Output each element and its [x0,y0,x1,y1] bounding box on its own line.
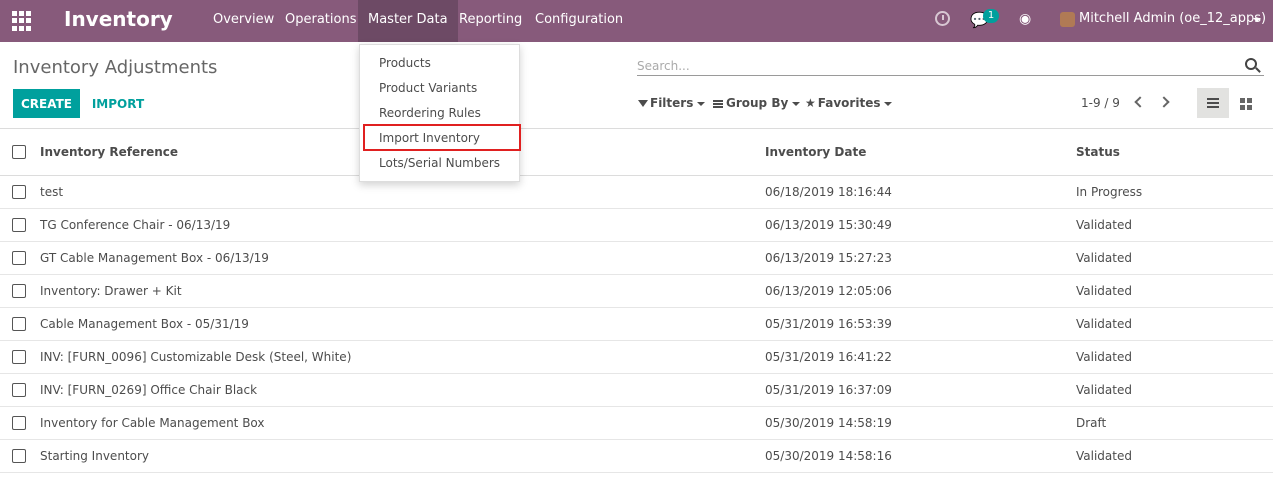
menu-item-reordering-rules[interactable]: Reordering Rules [360,101,519,126]
row-checkbox[interactable] [12,185,26,199]
row-reference: Inventory for Cable Management Box [40,416,265,430]
table-row[interactable]: INV: [FURN_0269] Office Chair Black 05/3… [0,374,1273,407]
row-reference: INV: [FURN_0269] Office Chair Black [40,383,258,397]
row-checkbox[interactable] [12,284,26,298]
row-date: 05/31/2019 16:37:09 [765,383,892,397]
group-by-button[interactable]: Group By [713,96,801,110]
table-row[interactable]: GT Cable Management Box - 06/13/19 06/13… [0,242,1273,275]
menu-item-lots-serial-numbers[interactable]: Lots/Serial Numbers [360,151,519,176]
table-row[interactable]: INV: [FURN_0096] Customizable Desk (Stee… [0,341,1273,374]
row-status: Validated [1076,284,1132,298]
row-date: 05/30/2019 14:58:19 [765,416,892,430]
chevron-down-icon[interactable] [1253,18,1261,22]
pager-value[interactable]: 1-9 / 9 [1081,96,1120,110]
menu-operations[interactable]: Operations [275,0,366,42]
group-by-label: Group By [726,96,789,110]
row-checkbox[interactable] [12,218,26,232]
app-title[interactable]: Inventory [64,7,173,31]
menu-item-products[interactable]: Products [360,51,519,76]
table-row[interactable]: Starting Inventory 05/30/2019 14:58:16 V… [0,440,1273,473]
chevron-down-icon [697,101,706,106]
row-status: In Progress [1076,185,1143,199]
table-row[interactable]: Inventory: Drawer + Kit 06/13/2019 12:05… [0,275,1273,308]
select-all-checkbox[interactable] [12,145,26,159]
menu-reporting[interactable]: Reporting [449,0,532,42]
chevron-down-icon [792,101,801,106]
row-status: Validated [1076,218,1132,232]
row-reference: TG Conference Chair - 06/13/19 [40,218,231,232]
row-checkbox[interactable] [12,317,26,331]
favorites-label: Favorites [817,96,881,110]
row-status: Validated [1076,251,1132,265]
row-checkbox[interactable] [12,416,26,430]
filters-label: Filters [650,96,694,110]
row-status: Draft [1076,416,1107,430]
star-icon: ★ [805,96,816,110]
row-date: 06/13/2019 15:30:49 [765,218,892,232]
table-row[interactable]: TG Conference Chair - 06/13/19 06/13/201… [0,209,1273,242]
row-date: 06/13/2019 15:27:23 [765,251,892,265]
user-menu[interactable]: Mitchell Admin (oe_12_apps) [1079,11,1266,26]
table-row[interactable]: Inventory for Cable Management Box 05/30… [0,407,1273,440]
bug-icon[interactable]: ◉ [1019,11,1031,27]
row-reference: Inventory: Drawer + Kit [40,284,182,298]
row-date: 06/13/2019 12:05:06 [765,284,892,298]
row-date: 05/30/2019 14:58:16 [765,449,892,463]
page-title[interactable]: Inventory Adjustments [13,57,217,78]
favorites-button[interactable]: ★ Favorites [805,96,893,110]
chevron-right-icon[interactable] [1158,95,1172,109]
filters-button[interactable]: Filters [638,96,706,110]
column-header-reference[interactable]: Inventory Reference [40,129,178,176]
row-status: Validated [1076,317,1132,331]
column-header-status[interactable]: Status [1076,129,1120,176]
row-reference: Cable Management Box - 05/31/19 [40,317,249,331]
table-row[interactable]: test 06/18/2019 18:16:44 In Progress [0,176,1273,209]
inventory-table: Inventory Reference Inventory Date Statu… [0,128,1273,473]
kanban-view-icon[interactable] [1231,88,1261,118]
chevron-down-icon [884,101,893,106]
row-date: 05/31/2019 16:41:22 [765,350,892,364]
master-data-dropdown: Products Product Variants Reordering Rul… [359,44,520,182]
row-checkbox[interactable] [12,251,26,265]
import-button[interactable]: IMPORT [86,89,150,118]
row-reference: INV: [FURN_0096] Customizable Desk (Stee… [40,350,352,364]
row-status: Validated [1076,350,1132,364]
row-checkbox[interactable] [12,449,26,463]
row-reference: test [40,185,64,199]
menu-item-import-inventory[interactable]: Import Inventory [360,126,519,151]
menu-item-product-variants[interactable]: Product Variants [360,76,519,101]
chevron-left-icon[interactable] [1131,95,1145,109]
row-date: 06/18/2019 18:16:44 [765,185,892,199]
filter-icon [638,100,648,107]
row-reference: Starting Inventory [40,449,150,463]
row-status: Validated [1076,383,1132,397]
row-date: 05/31/2019 16:53:39 [765,317,892,331]
search-icon[interactable] [1245,58,1257,70]
row-checkbox[interactable] [12,383,26,397]
search-input[interactable] [637,54,1264,76]
row-checkbox[interactable] [12,350,26,364]
create-button[interactable]: CREATE [13,89,80,118]
list-view-icon[interactable] [1197,88,1229,118]
menu-master-data[interactable]: Master Data [358,0,458,42]
chat-badge: 1 [983,9,999,23]
row-status: Validated [1076,449,1132,463]
top-navbar: Inventory Overview Operations Master Dat… [0,0,1273,42]
table-row[interactable]: Cable Management Box - 05/31/19 05/31/20… [0,308,1273,341]
column-header-date[interactable]: Inventory Date [765,129,866,176]
row-reference: GT Cable Management Box - 06/13/19 [40,251,269,265]
group-by-icon [713,99,723,108]
menu-configuration[interactable]: Configuration [525,0,633,42]
menu-overview[interactable]: Overview [203,0,284,42]
clock-icon[interactable] [935,11,950,26]
table-header: Inventory Reference Inventory Date Statu… [0,128,1273,176]
apps-grid-icon[interactable] [12,11,32,31]
avatar[interactable] [1060,12,1075,27]
